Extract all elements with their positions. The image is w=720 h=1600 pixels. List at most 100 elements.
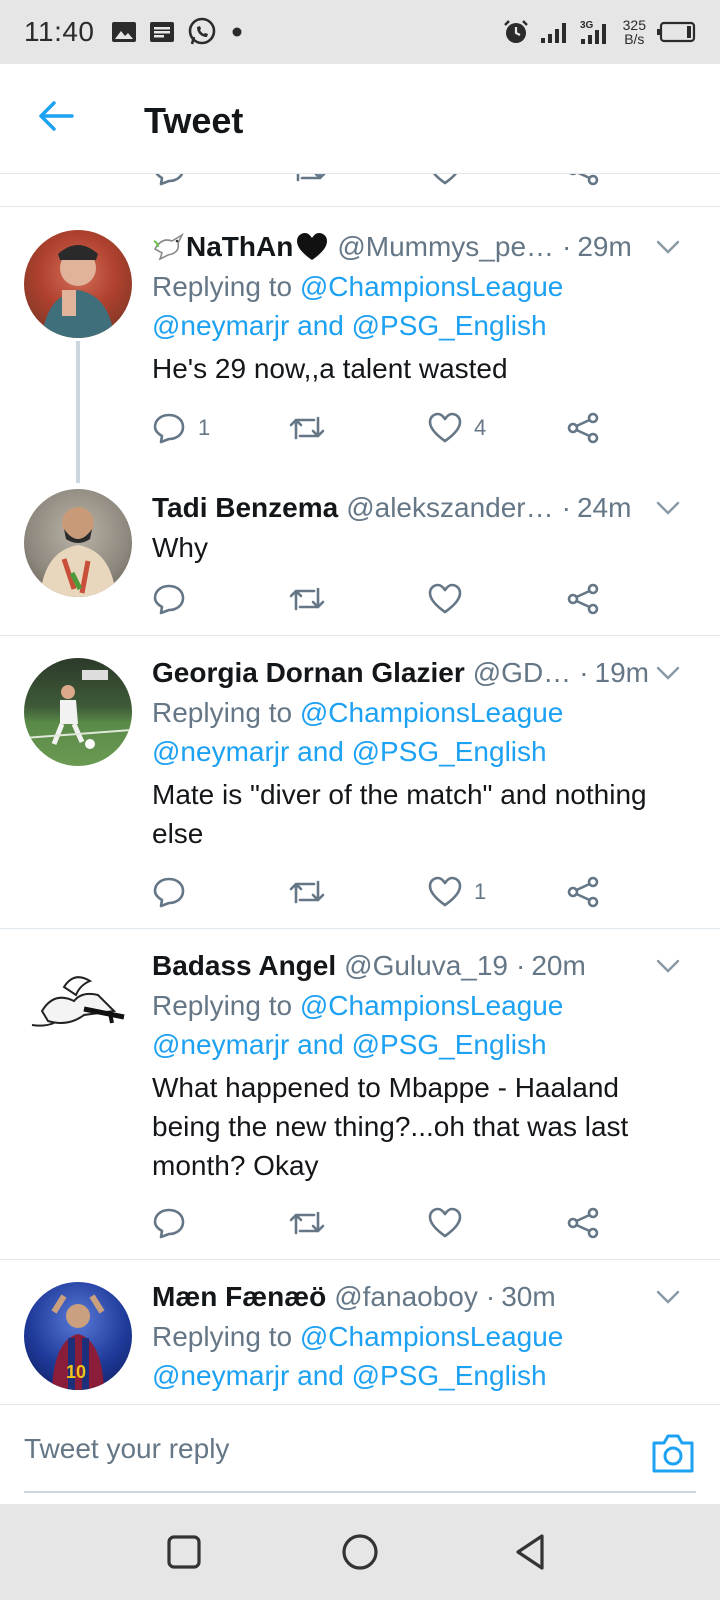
tweet-item[interactable]: 10 Mæn Fænæö @fanaoboy · 30m Replying to… xyxy=(0,1260,720,1404)
avatar[interactable] xyxy=(24,951,132,1059)
retweet-icon[interactable] xyxy=(290,174,328,186)
retweet-icon xyxy=(289,880,325,904)
reply-feed[interactable]: NaThAn @Mummys_pe… · 29m Replying to @Ch… xyxy=(0,174,720,1404)
tweet-item[interactable]: Georgia Dornan Glazier @GD… · 19m Replyi… xyxy=(0,636,720,928)
tweet-actions: 1 4 xyxy=(152,408,622,448)
mention-link[interactable]: @neymarjr xyxy=(152,1360,289,1391)
reply-button[interactable]: 1 xyxy=(152,408,210,448)
like-count: 1 xyxy=(474,879,487,904)
reply-button[interactable] xyxy=(152,872,186,912)
chevron-down-icon[interactable] xyxy=(654,952,682,980)
avatar[interactable]: 10 xyxy=(24,1282,132,1390)
chevron-down-icon[interactable] xyxy=(654,233,682,261)
like-icon xyxy=(428,1207,462,1238)
reply-icon xyxy=(153,584,185,615)
reply-button[interactable] xyxy=(152,579,186,619)
mention-link[interactable]: @PSG_English xyxy=(352,310,547,341)
handle[interactable]: @Mummys_pe… xyxy=(337,231,554,263)
mention-link[interactable]: @ChampionsLeague xyxy=(300,1321,563,1352)
replying-to-line: @neymarjr and @PSG_English xyxy=(152,736,547,767)
home-button[interactable] xyxy=(338,1530,382,1574)
avatar[interactable] xyxy=(24,230,132,338)
replying-to-line: Replying to @ChampionsLeague xyxy=(152,1321,564,1352)
camera-button[interactable] xyxy=(650,1431,696,1475)
avatar-football-image xyxy=(24,670,132,749)
tweet-text-line: else xyxy=(152,818,204,849)
mention-link[interactable]: @PSG_English xyxy=(352,1360,547,1391)
mention-link[interactable]: @neymarjr xyxy=(152,736,289,767)
chevron-down-icon[interactable] xyxy=(654,659,682,687)
retweet-button[interactable] xyxy=(288,579,326,619)
tweet-item[interactable]: Badass Angel @Guluva_19 · 20m Replying t… xyxy=(0,929,720,1259)
previous-tweet-actions xyxy=(0,174,720,210)
display-name[interactable]: Georgia Dornan Glazier xyxy=(152,657,465,689)
display-name[interactable]: Badass Angel xyxy=(152,950,336,982)
back-button[interactable] xyxy=(34,94,78,138)
share-button[interactable] xyxy=(566,1203,600,1243)
chevron-down-icon[interactable] xyxy=(654,1283,682,1311)
tweet-time: 30m xyxy=(501,1281,556,1312)
display-name[interactable]: NaThAn xyxy=(186,231,293,263)
like-icon xyxy=(428,876,462,907)
avatar[interactable] xyxy=(24,489,132,597)
mention-link[interactable]: @ChampionsLeague xyxy=(300,990,563,1021)
share-icon xyxy=(567,1207,599,1239)
like-button[interactable]: 1 xyxy=(428,872,486,912)
tweet-item[interactable]: NaThAn @Mummys_pe… · 29m Replying to @Ch… xyxy=(0,207,720,483)
handle[interactable]: @GD… xyxy=(473,657,571,689)
mention-link[interactable]: @PSG_English xyxy=(352,736,547,767)
tweet-time: 24m xyxy=(576,492,632,523)
share-button[interactable] xyxy=(566,408,600,448)
tweet-content: Mæn Fænæö @fanaoboy · 30m Replying to @C… xyxy=(152,1277,692,1395)
reply-count: 1 xyxy=(198,415,211,440)
avatar-angel-image xyxy=(31,976,125,1027)
avatar-person-image xyxy=(40,507,116,597)
share-icon[interactable] xyxy=(566,174,600,186)
handle[interactable]: @Guluva_19 xyxy=(344,950,508,982)
reply-button[interactable] xyxy=(152,1203,186,1243)
arrow-left-icon xyxy=(39,101,74,131)
share-icon xyxy=(567,583,599,615)
tweet-text-line: What happened to Mbappe - Haaland xyxy=(152,1072,619,1103)
like-icon[interactable] xyxy=(428,174,462,186)
share-button[interactable] xyxy=(566,872,600,912)
tweet-header: Tadi Benzema @alekszander… · 24m xyxy=(152,492,632,524)
dove-emoji-icon xyxy=(153,233,184,261)
like-button[interactable]: 4 xyxy=(428,408,486,448)
mention-link[interactable]: @ChampionsLeague xyxy=(300,271,563,302)
mention-link[interactable]: @neymarjr xyxy=(152,1029,289,1060)
mention-link[interactable]: @neymarjr xyxy=(152,310,289,341)
like-button[interactable] xyxy=(428,1203,462,1243)
tweet-text: Mate is "diver of the match" and nothing… xyxy=(152,775,692,853)
status-time: 11:40 xyxy=(24,16,95,47)
retweet-button[interactable] xyxy=(288,872,326,912)
chevron-down-icon[interactable] xyxy=(654,494,682,522)
system-nav-bar xyxy=(0,1504,720,1600)
share-button[interactable] xyxy=(566,579,600,619)
tweet-item[interactable]: Tadi Benzema @alekszander… · 24m Why xyxy=(0,483,720,635)
message-icon xyxy=(149,22,174,42)
mention-link[interactable]: @ChampionsLeague xyxy=(300,697,563,728)
reply-icon[interactable] xyxy=(152,174,186,186)
mention-link[interactable]: @PSG_English xyxy=(352,1029,547,1060)
tweet-content: Badass Angel @Guluva_19 · 20m Replying t… xyxy=(152,946,692,1185)
back-nav-button[interactable] xyxy=(510,1530,554,1574)
signal-icon xyxy=(540,23,566,43)
net-speed: 325 B/s xyxy=(623,18,646,46)
tweet-time: 20m xyxy=(531,950,586,981)
recents-button[interactable] xyxy=(162,1530,206,1574)
retweet-button[interactable] xyxy=(288,408,326,448)
black-heart-emoji-icon xyxy=(297,233,328,260)
avatar[interactable] xyxy=(24,658,132,766)
tweet-content: Georgia Dornan Glazier @GD… · 19m Replyi… xyxy=(152,653,692,853)
handle[interactable]: @alekszander… xyxy=(346,492,553,524)
display-name[interactable]: Mæn Fænæö xyxy=(152,1281,326,1313)
retweet-button[interactable] xyxy=(288,1203,326,1243)
svg-text:10: 10 xyxy=(66,1362,86,1382)
like-button[interactable] xyxy=(428,579,462,619)
replying-to-line: @neymarjr and @PSG_English xyxy=(152,1029,547,1060)
display-name[interactable]: Tadi Benzema xyxy=(152,492,338,524)
tweet-content: Tadi Benzema @alekszander… · 24m Why xyxy=(152,488,692,567)
handle[interactable]: @fanaoboy xyxy=(334,1281,478,1313)
reply-input[interactable]: Tweet your reply xyxy=(24,1433,229,1465)
